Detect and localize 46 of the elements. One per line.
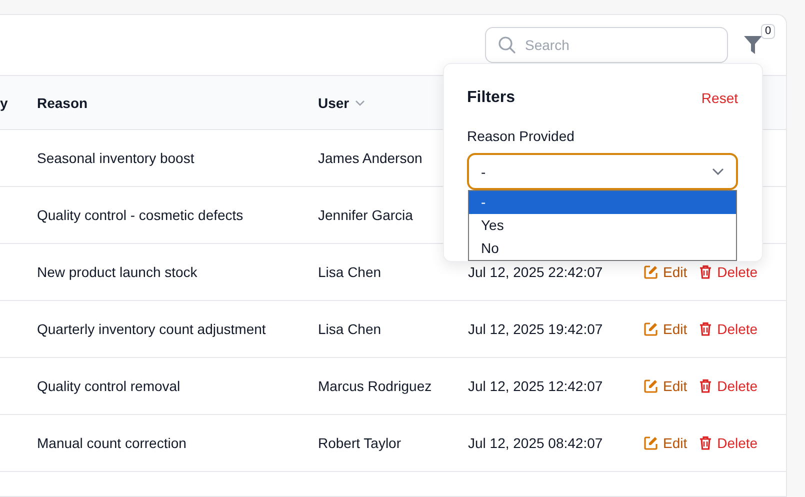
- filter-icon[interactable]: [744, 35, 762, 55]
- dropdown-option[interactable]: -: [469, 191, 736, 214]
- trash-icon: [699, 379, 712, 393]
- select-field[interactable]: -: [467, 153, 738, 190]
- column-header: User: [318, 94, 350, 110]
- reset-link[interactable]: Reset: [701, 90, 738, 106]
- table-cell: Quarterly inventory count adjustment: [37, 322, 266, 336]
- dropdown-option[interactable]: No: [469, 237, 736, 260]
- edit-icon: [644, 436, 658, 450]
- table-cell: Jul 12, 2025 08:42:07: [468, 436, 603, 450]
- column-header: y: [0, 94, 8, 110]
- delete-link[interactable]: Delete: [699, 378, 758, 394]
- search-field[interactable]: Search: [485, 27, 728, 63]
- trash-icon: [699, 265, 712, 279]
- table-cell: Lisa Chen: [318, 264, 382, 280]
- edit-link[interactable]: Edit: [644, 378, 688, 394]
- table-cell: New product launch stock: [37, 264, 198, 280]
- table-cell: Quality control - cosmetic defects: [37, 208, 244, 222]
- edit-icon: [644, 379, 658, 393]
- table-cell: Quality control removal: [37, 378, 180, 394]
- filter-count-badge: 0: [761, 24, 776, 39]
- table-cell: Robert Taylor: [318, 436, 402, 450]
- table-cell: James Anderson: [318, 150, 422, 166]
- field-label: Reason Provided: [467, 128, 576, 144]
- edit-link[interactable]: Edit: [644, 264, 688, 280]
- delete-link[interactable]: Delete: [699, 436, 758, 450]
- trash-icon: [699, 322, 712, 336]
- table-cell: Jennifer Garcia: [318, 208, 413, 222]
- table-cell: Manual count correction: [37, 436, 186, 450]
- column-header: Reason: [37, 94, 88, 110]
- table-cell: Seasonal inventory boost: [37, 150, 194, 166]
- edit-link[interactable]: Edit: [644, 322, 688, 336]
- table-cell: Jul 12, 2025 22:42:07: [468, 264, 603, 280]
- trash-icon: [699, 436, 712, 450]
- dropdown-option[interactable]: Yes: [469, 214, 736, 237]
- delete-link[interactable]: Delete: [699, 264, 758, 280]
- table-cell: Jul 12, 2025 12:42:07: [468, 378, 603, 394]
- table-cell: Jul 12, 2025 19:42:07: [468, 322, 603, 336]
- edit-icon: [644, 322, 658, 336]
- popover-title: Filters: [467, 89, 516, 107]
- delete-link[interactable]: Delete: [699, 322, 758, 336]
- table-cell: Lisa Chen: [318, 322, 382, 336]
- chevron-down-icon: [712, 168, 724, 175]
- edit-link[interactable]: Edit: [644, 436, 688, 450]
- table-cell: Marcus Rodriguez: [318, 378, 432, 394]
- edit-icon: [644, 265, 658, 279]
